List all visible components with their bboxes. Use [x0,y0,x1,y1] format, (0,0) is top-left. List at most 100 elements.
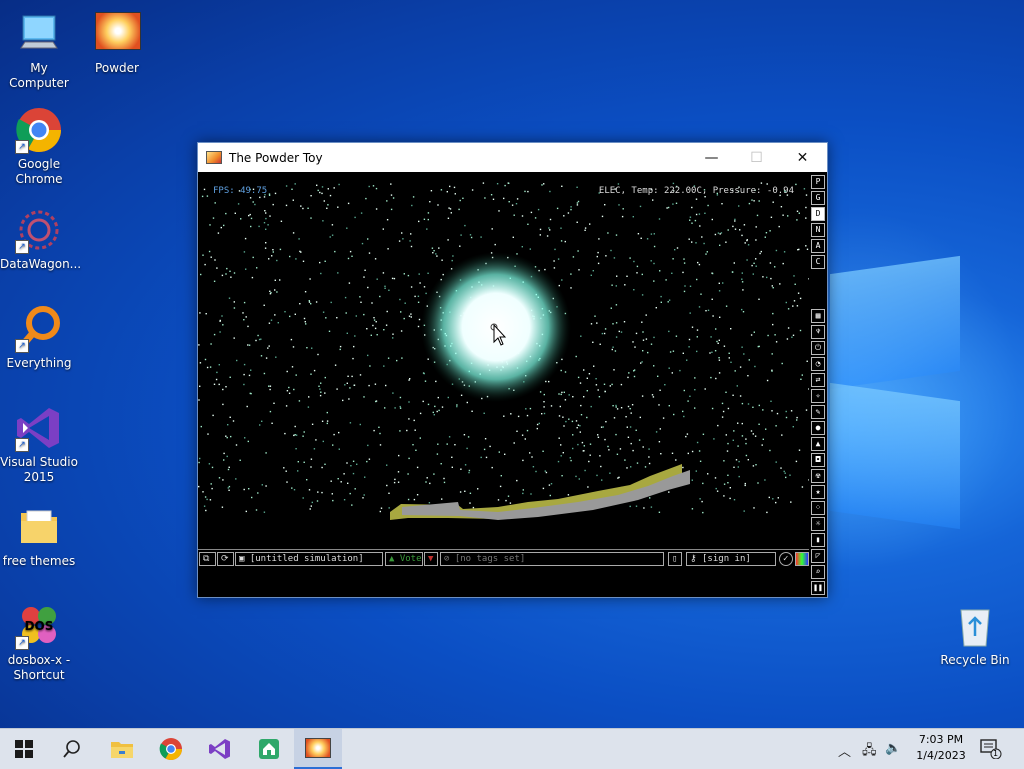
category-powders-icon[interactable]: ▲ [811,437,825,451]
particle-dot [770,216,773,218]
particle-dot [409,240,411,242]
particle-dot [576,427,578,429]
new-simulation-icon[interactable]: ▯ [668,552,682,566]
desktop-icon-recycle-bin[interactable]: Recycle Bin [936,602,1014,668]
category-walls-icon[interactable]: ▦ [811,309,825,323]
particle-dot [408,315,411,317]
render-mode-button-p[interactable]: P [811,175,825,189]
desktop-icon-chrome[interactable]: ↗ Google Chrome [0,106,78,187]
category-sensors-icon[interactable]: ◔ [811,357,825,371]
render-mode-button-n[interactable]: N [811,223,825,237]
taskbar-app-green[interactable] [245,729,293,769]
window-titlebar[interactable]: The Powder Toy — ☐ ✕ [198,143,827,172]
show-hidden-icons-chevron-icon[interactable]: ︿ [838,741,851,760]
render-mode-button-g[interactable]: G [811,191,825,205]
desktop-icon-label: Recycle Bin [940,653,1010,667]
category-life-icon[interactable]: ⁘ [811,501,825,515]
desktop-icon-visual-studio[interactable]: ↗ Visual Studio 2015 [0,404,78,485]
taskbar-visual-studio[interactable] [196,729,244,769]
particle-dot [572,396,574,398]
taskbar-powder-toy[interactable] [294,729,342,769]
render-mode-button-a[interactable]: A [811,239,825,253]
particle-dot [515,203,518,205]
category-favorites-icon[interactable]: ▮ [811,533,825,547]
particle-dot [635,332,638,335]
notification-center-button[interactable]: 1 [980,739,1002,760]
start-button[interactable] [0,729,48,769]
particle-dot [228,489,230,491]
category-radioactive-icon[interactable]: ☢ [811,469,825,483]
vote-down-button[interactable]: ▼ [424,552,438,566]
particle-dot [675,335,678,337]
open-browser-icon[interactable]: ⧉ [199,552,216,566]
system-clock[interactable]: 7:03 PM 1/4/2023 [908,732,974,764]
particle-dot [615,406,617,408]
category-electronics-icon[interactable]: ♆ [811,325,825,339]
search-button[interactable] [48,729,96,769]
close-button[interactable]: ✕ [780,143,825,172]
particle-dot [592,270,594,272]
category-solids-icon[interactable]: ◘ [811,453,825,467]
particle-dot [272,203,274,206]
vote-up-button[interactable]: ▲ Vote [385,552,423,566]
network-icon[interactable]: 🖧 [862,741,877,763]
category-explosives-icon[interactable]: ✧ [811,389,825,403]
particle-dot [483,448,486,451]
category-liquids-icon[interactable]: ● [811,421,825,435]
volume-icon[interactable]: 🔈 [885,741,901,756]
powder-toy-window[interactable]: The Powder Toy — ☐ ✕ FPS: 49.75 ELEC, Te… [197,142,828,598]
chrome-icon: ↗ [15,106,63,154]
pause-icon[interactable]: ❚❚ [811,581,825,595]
taskbar-file-explorer[interactable] [98,729,146,769]
render-mode-button-d[interactable]: D [811,207,825,221]
particle-dot [556,207,559,210]
category-gases-icon[interactable]: ✎ [811,405,825,419]
desktop-icon-dosbox[interactable]: DOS ↗ dosbox-x - Shortcut [0,602,78,683]
desktop-icon-everything[interactable]: ↗ Everything [0,305,78,371]
desktop-icon-datawagon[interactable]: ↗ DataWagon... [0,206,81,272]
particle-dot [363,276,365,278]
simulation-canvas[interactable]: FPS: 49.75 ELEC, Temp: 222.00C, Pressure… [198,172,809,549]
renderer-icon[interactable] [795,552,809,566]
particle-dot [494,243,496,246]
category-decoration-icon[interactable]: ◸ [811,549,825,563]
particle-dot [758,423,760,425]
desktop-icon-powder[interactable]: Powder [78,10,156,76]
particle-dot [399,405,401,408]
particle-dot [222,324,224,326]
particle-dot [305,323,307,325]
desktop-icon-my-computer[interactable]: My Computer [0,10,78,91]
particle-dot [248,488,250,490]
reload-icon[interactable]: ⟳ [217,552,234,566]
particle-dot [513,214,515,216]
particle-dot [269,410,272,413]
tags-button[interactable]: ⊘ [no tags set] [440,552,664,566]
category-force-icon[interactable]: ⇄ [811,373,825,387]
particle-dot [315,301,318,303]
particle-dot [222,479,224,481]
particle-dot [662,417,665,419]
particle-dot [383,365,385,367]
particle-dot [390,208,393,211]
desktop-icon-free-themes[interactable]: free themes [0,503,78,569]
particle-dot [590,323,593,325]
particle-dot [275,356,277,358]
category-special-icon[interactable]: ★ [811,485,825,499]
particle-dot [725,241,727,243]
settings-icon[interactable]: ✓ [779,552,793,566]
save-simulation-button[interactable]: ▣ [untitled simulation] [235,552,383,566]
taskbar-chrome[interactable] [147,729,195,769]
particle-dot [600,426,603,428]
category-tools-icon[interactable]: ☼ [811,517,825,531]
search-icon[interactable]: ⌕ [811,565,825,579]
render-mode-button-c[interactable]: C [811,255,825,269]
particle-dot [605,255,607,257]
maximize-button[interactable]: ☐ [734,143,779,172]
minimize-button[interactable]: — [689,143,734,172]
category-powered-icon[interactable]: ⏻ [811,341,825,355]
sign-in-button[interactable]: ⚷ [sign in] [686,552,776,566]
particle-dot [352,472,355,475]
particle-dot [529,452,531,454]
particle-dot [352,460,355,462]
particle-dot [755,258,757,260]
